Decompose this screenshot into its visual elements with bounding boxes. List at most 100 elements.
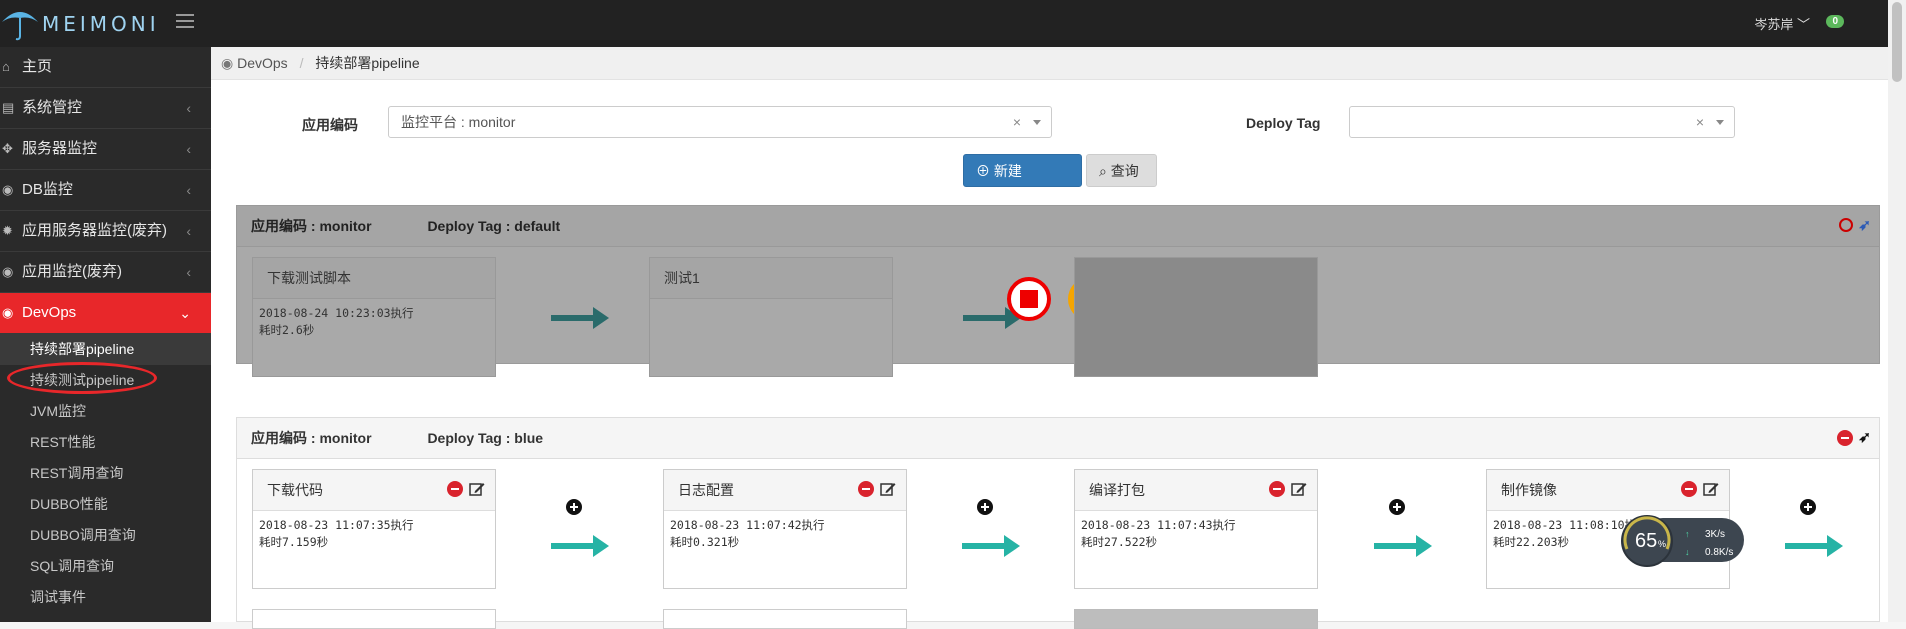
pipeline-stage[interactable]: 编译打包 2018-08-23 11:07:43执行 耗时27.522秒 xyxy=(1074,469,1318,589)
stage-title: 下载代码 xyxy=(267,482,323,498)
pipeline-stage[interactable] xyxy=(252,609,496,629)
rocket-icon[interactable]: ➶ xyxy=(1858,418,1871,458)
clear-icon[interactable]: × xyxy=(1696,107,1704,137)
add-stage-icon[interactable] xyxy=(1800,499,1816,515)
scrollbar-thumb[interactable] xyxy=(1892,2,1902,82)
network-speed-widget[interactable]: 65 % ↑ 3K/s ↓ 0.8K/s xyxy=(1621,515,1746,567)
submenu-item-rest-query[interactable]: REST调用查询 xyxy=(0,458,211,489)
submenu-item-test-pipeline[interactable]: 持续测试pipeline xyxy=(0,362,211,396)
sidebar-item-home[interactable]: ⌂ 主页 xyxy=(0,47,211,88)
speed-percent-unit: % xyxy=(1658,539,1666,549)
upload-speed: 3K/s xyxy=(1705,529,1725,540)
eye-icon: ◉ xyxy=(2,264,14,279)
remove-stage-icon[interactable] xyxy=(447,481,463,497)
breadcrumb-separator: / xyxy=(299,55,304,71)
pipeline-app: 应用编码 : monitor xyxy=(251,218,372,234)
remove-stage-icon[interactable] xyxy=(1269,481,1285,497)
stage-duration: 耗时0.321秒 xyxy=(670,535,740,549)
chevron-down-icon: ⌄ xyxy=(179,305,191,321)
sidebar-item-system[interactable]: ▤ 系统管控 ‹ xyxy=(0,88,211,129)
download-arrow-icon: ↓ xyxy=(1685,547,1690,557)
edit-icon[interactable] xyxy=(1703,481,1719,497)
stage-exec-time: 2018-08-23 11:07:42执行 xyxy=(670,518,825,532)
eye-icon: ◉ xyxy=(2,305,14,320)
sidebar-item-label: 应用监控(废弃) xyxy=(22,263,122,280)
add-stage-icon[interactable] xyxy=(566,499,582,515)
remove-stage-icon[interactable] xyxy=(858,481,874,497)
app-code-select[interactable]: 监控平台 : monitor × xyxy=(388,106,1052,138)
stage-title: 日志配置 xyxy=(678,482,734,498)
sidebar-item-db-monitor[interactable]: ◉ DB监控 ‹ xyxy=(0,170,211,211)
umbrella-icon xyxy=(2,12,38,41)
sidebar-item-label: 主页 xyxy=(22,58,53,75)
stage-duration: 耗时2.6秒 xyxy=(259,323,315,337)
caret-down-icon xyxy=(1033,120,1041,125)
user-menu[interactable]: 岑苏岸 ﹀ xyxy=(1754,14,1810,33)
chevron-left-icon: ‹ xyxy=(186,264,191,280)
stop-icon[interactable] xyxy=(1839,218,1853,232)
brand-logo[interactable]: MEIMONI xyxy=(0,6,160,42)
stage-body: 2018-08-23 11:07:42执行 耗时0.321秒 xyxy=(664,511,906,557)
remove-stage-icon[interactable] xyxy=(1681,481,1697,497)
top-navbar: MEIMONI 岑苏岸 ﹀ 0 xyxy=(0,0,1888,47)
pipeline-stage-placeholder xyxy=(1074,609,1318,629)
edit-icon[interactable] xyxy=(469,481,485,497)
stage-body: 2018-08-23 11:07:43执行 耗时27.522秒 xyxy=(1075,511,1317,557)
sidebar-item-label: 应用服务器监控(废弃) xyxy=(22,222,167,239)
submenu-item-debug-events[interactable]: 调试事件 xyxy=(0,582,211,613)
submenu-item-jvm[interactable]: JVM监控 xyxy=(0,396,211,427)
clear-icon[interactable]: × xyxy=(1013,107,1021,137)
breadcrumb-root[interactable]: DevOps xyxy=(237,55,288,71)
arrow-right-icon xyxy=(551,307,609,329)
add-stage-icon[interactable] xyxy=(1389,499,1405,515)
edit-icon[interactable] xyxy=(1291,481,1307,497)
rocket-icon[interactable]: ➶ xyxy=(1858,206,1871,246)
sidebar-item-label: 服务器监控 xyxy=(22,140,98,157)
remove-pipeline-icon[interactable] xyxy=(1837,430,1853,446)
pipeline-tag: Deploy Tag : blue xyxy=(427,430,544,446)
app-code-label: 应用编码 xyxy=(302,117,358,133)
arrow-right-icon xyxy=(962,535,1020,557)
pipeline-stage[interactable] xyxy=(663,609,907,629)
submenu-item-deploy-pipeline[interactable]: 持续部署pipeline xyxy=(0,334,211,365)
sidebar-item-app-server-monitor[interactable]: ✹ 应用服务器监控(废弃) ‹ xyxy=(0,211,211,252)
stop-circle-icon[interactable] xyxy=(1006,276,1052,322)
pipeline-stage[interactable]: 下载测试脚本 2018-08-24 10:23:03执行 耗时2.6秒 xyxy=(252,257,496,377)
submenu-item-sql-query[interactable]: SQL调用查询 xyxy=(0,551,211,582)
sidebar-item-app-monitor[interactable]: ◉ 应用监控(废弃) ‹ xyxy=(0,252,211,293)
sidebar-item-devops[interactable]: ◉ DevOps ⌄ xyxy=(0,293,211,334)
sidebar-item-server-monitor[interactable]: ✥ 服务器监控 ‹ xyxy=(0,129,211,170)
brand-logo-text: MEIMONI xyxy=(42,12,160,36)
stage-duration: 耗时27.522秒 xyxy=(1081,535,1158,549)
query-button[interactable]: ⌕ 查询 xyxy=(1086,154,1157,187)
download-speed: 0.8K/s xyxy=(1705,547,1733,558)
stage-duration: 耗时7.159秒 xyxy=(259,535,329,549)
sidebar-item-label: DB监控 xyxy=(22,181,73,198)
deploy-tag-select[interactable]: × xyxy=(1349,106,1735,138)
pipeline-stage[interactable]: 测试1 xyxy=(649,257,893,377)
menu-toggle-icon[interactable] xyxy=(176,14,194,28)
breadcrumb: ◉ DevOps / 持续部署pipeline xyxy=(211,47,1888,80)
stage-actions xyxy=(1269,481,1307,497)
red-ellipse-annotation xyxy=(7,362,157,394)
upload-arrow-icon: ↑ xyxy=(1685,529,1690,539)
pipeline-stage[interactable]: 日志配置 2018-08-23 11:07:42执行 耗时0.321秒 xyxy=(663,469,907,589)
arrow-right-icon xyxy=(1785,535,1843,557)
new-pipeline-button[interactable]: ⊕ 新建Pipeline xyxy=(963,154,1082,212)
breadcrumb-current: 持续部署pipeline xyxy=(315,55,420,71)
page-scrollbar[interactable] xyxy=(1888,0,1906,622)
submenu-item-rest-perf[interactable]: REST性能 xyxy=(0,427,211,458)
chevron-left-icon: ‹ xyxy=(186,141,191,157)
stage-exec-time: 2018-08-24 10:23:03执行 xyxy=(259,306,414,320)
home-icon: ⌂ xyxy=(2,59,10,74)
submenu-item-dubbo-query[interactable]: DUBBO调用查询 xyxy=(0,520,211,551)
stage-actions xyxy=(1681,481,1719,497)
stage-title: 编译打包 xyxy=(1089,482,1145,498)
chevron-left-icon: ‹ xyxy=(186,182,191,198)
notification-badge[interactable]: 0 xyxy=(1826,15,1844,28)
search-icon: ⌕ xyxy=(1099,163,1107,179)
pipeline-stage[interactable]: 下载代码 2018-08-23 11:07:35执行 耗时7.159秒 xyxy=(252,469,496,589)
edit-icon[interactable] xyxy=(880,481,896,497)
add-stage-icon[interactable] xyxy=(977,499,993,515)
submenu-item-dubbo-perf[interactable]: DUBBO性能 xyxy=(0,489,211,520)
